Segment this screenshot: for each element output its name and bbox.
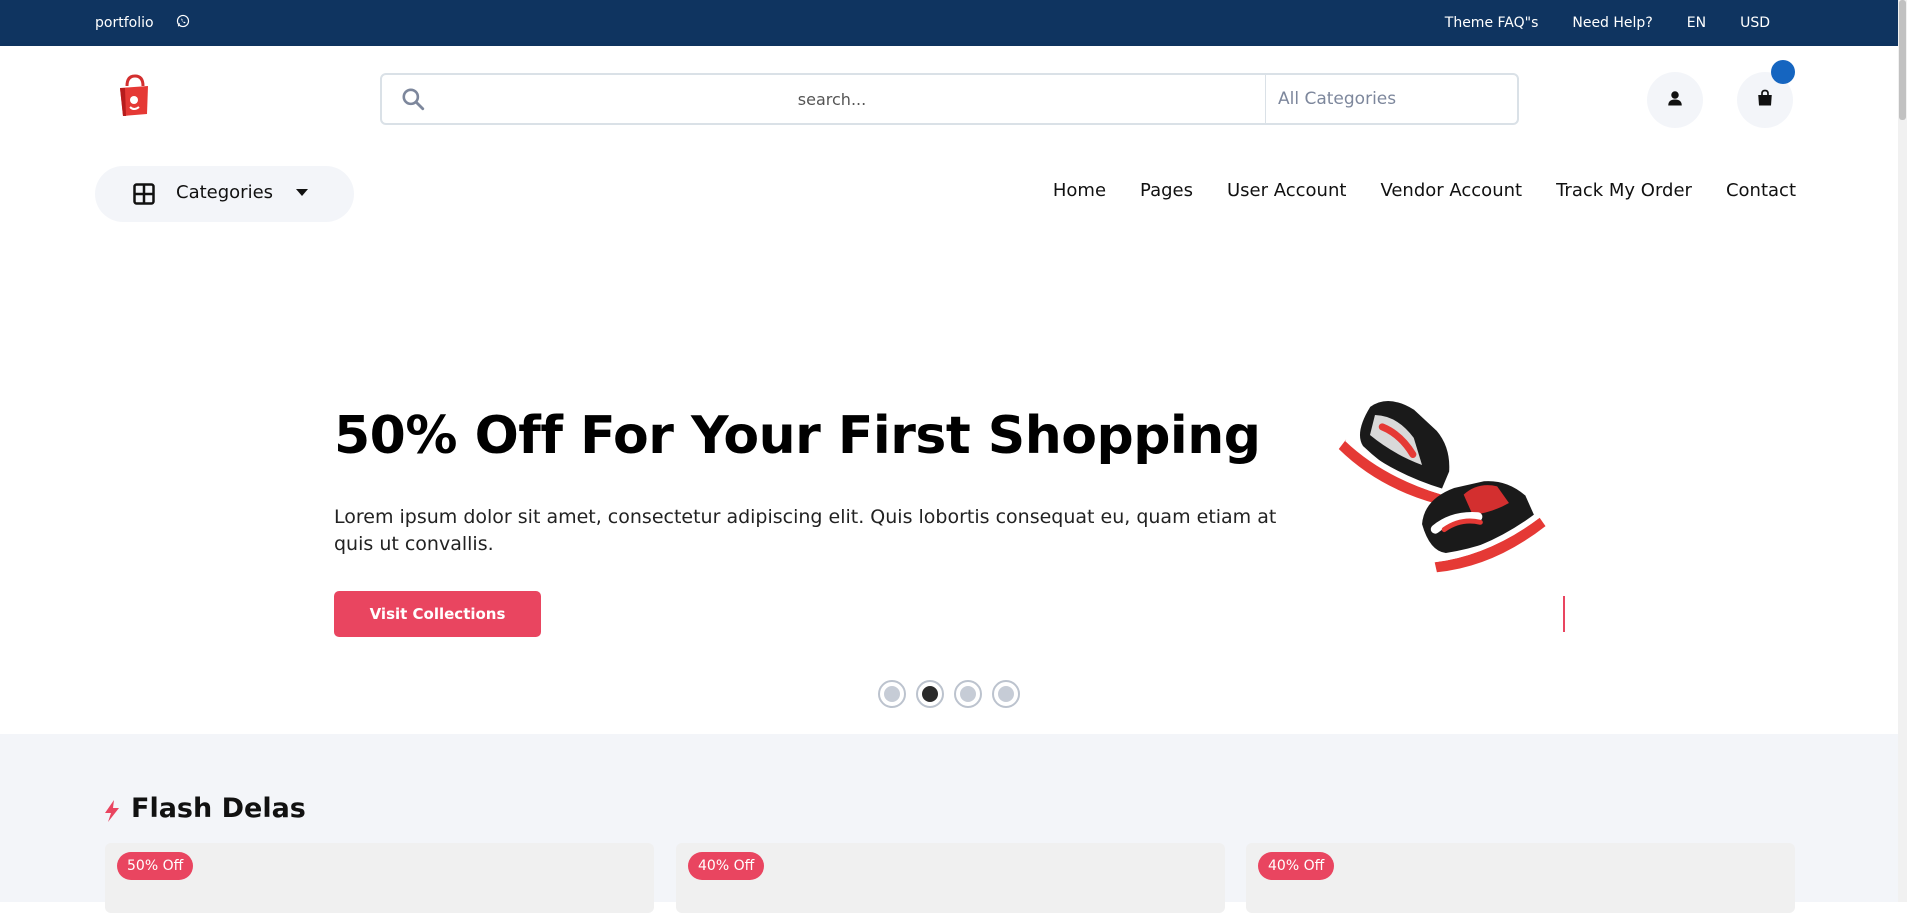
caret-down-icon xyxy=(296,189,308,196)
currency-selector[interactable]: USD xyxy=(1740,15,1770,31)
top-bar: portfolio Theme FAQ"s Need Help? EN USD xyxy=(0,0,1898,46)
language-selector[interactable]: EN xyxy=(1687,15,1706,31)
nav-user-account[interactable]: User Account xyxy=(1227,180,1346,201)
carousel-dots xyxy=(878,680,1020,708)
carousel-dot-4[interactable] xyxy=(992,680,1020,708)
carousel-dot-2[interactable] xyxy=(916,680,944,708)
search-input[interactable] xyxy=(432,75,1232,123)
main-nav: Home Pages User Account Vendor Account T… xyxy=(1053,180,1796,201)
nav-home[interactable]: Home xyxy=(1053,180,1106,201)
nav-pages[interactable]: Pages xyxy=(1140,180,1193,201)
flash-deals-section: Flash Delas 50% Off 40% Off 40% Off xyxy=(0,734,1898,913)
discount-badge: 40% Off xyxy=(1258,852,1335,880)
category-select[interactable]: All Categories xyxy=(1265,75,1517,123)
header: All Categories Categories Home Pages Use… xyxy=(0,46,1898,228)
lightning-icon xyxy=(104,800,120,822)
portfolio-link[interactable]: portfolio xyxy=(95,15,154,31)
text-cursor xyxy=(1563,596,1565,632)
carousel-dot-1[interactable] xyxy=(878,680,906,708)
discount-badge: 50% Off xyxy=(117,852,194,880)
shopping-bag-logo[interactable] xyxy=(117,74,151,118)
hero-title: 50% Off For Your First Shopping xyxy=(334,406,1261,466)
nav-contact[interactable]: Contact xyxy=(1726,180,1796,201)
discount-badge: 40% Off xyxy=(688,852,765,880)
user-account-button[interactable] xyxy=(1647,72,1703,128)
hero-carousel: 50% Off For Your First Shopping Lorem ip… xyxy=(0,228,1898,734)
user-icon xyxy=(1666,89,1684,111)
need-help-link[interactable]: Need Help? xyxy=(1572,15,1652,31)
categories-button[interactable]: Categories xyxy=(95,166,354,222)
page-scrollbar[interactable] xyxy=(1898,0,1907,902)
flash-deals-title: Flash Delas xyxy=(131,793,306,824)
search-bar: All Categories xyxy=(380,73,1519,125)
whatsapp-icon[interactable] xyxy=(176,14,190,32)
carousel-dot-3[interactable] xyxy=(954,680,982,708)
shopping-bag-icon xyxy=(1756,89,1774,111)
theme-faq-link[interactable]: Theme FAQ"s xyxy=(1445,15,1539,31)
visit-collections-button[interactable]: Visit Collections xyxy=(334,591,541,637)
product-card[interactable]: 50% Off xyxy=(105,843,654,913)
grid-icon xyxy=(133,183,155,205)
product-card[interactable]: 40% Off xyxy=(1246,843,1795,913)
hero-description: Lorem ipsum dolor sit amet, consectetur … xyxy=(334,506,1277,555)
sneakers-image xyxy=(1335,388,1555,588)
cart-count-badge xyxy=(1771,60,1795,84)
nav-track-my-order[interactable]: Track My Order xyxy=(1556,180,1692,201)
product-card[interactable]: 40% Off xyxy=(676,843,1225,913)
search-icon[interactable] xyxy=(400,86,426,112)
category-select-label: All Categories xyxy=(1278,89,1397,109)
nav-vendor-account[interactable]: Vendor Account xyxy=(1380,180,1522,201)
categories-label: Categories xyxy=(176,182,274,203)
scrollbar-thumb[interactable] xyxy=(1899,0,1906,120)
